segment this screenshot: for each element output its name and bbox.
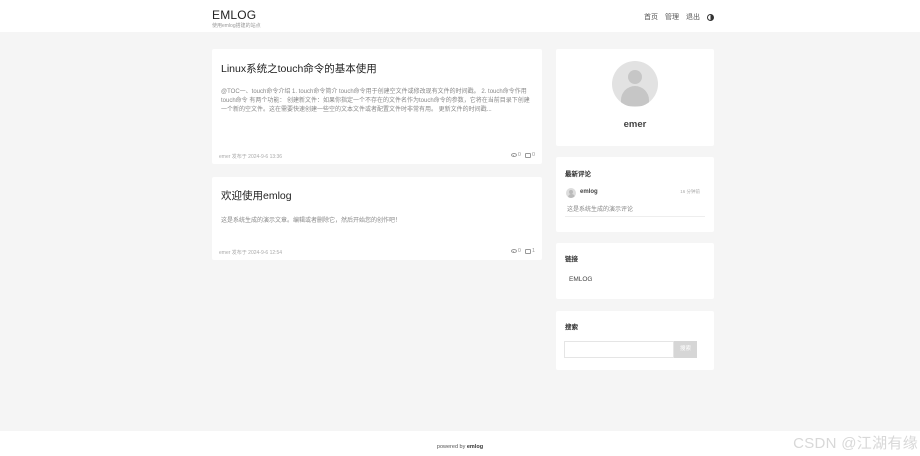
nav-admin[interactable]: 管理 — [665, 12, 679, 22]
post-card: Linux系统之touch命令的基本使用 @TOC一、touch命令介绍 1. … — [212, 49, 542, 164]
post-meta: emer 发布于 2024-9-6 13:36 — [219, 154, 283, 160]
post-title[interactable]: 欢迎使用emlog — [221, 188, 292, 203]
nav-logout[interactable]: 退出 — [686, 12, 700, 22]
nav-home[interactable]: 首页 — [644, 12, 658, 22]
site-subtitle: 使用emlog搭建的站点 — [212, 23, 261, 29]
profile-card: emer — [556, 49, 714, 146]
comment-text[interactable]: 这是系统生成的演示评论 — [567, 204, 633, 213]
footer-prefix: powered by — [436, 444, 466, 450]
footer-brand-link[interactable]: emlog — [467, 444, 483, 450]
links-widget: 链接 EMLOG — [556, 243, 714, 299]
eye-icon — [510, 249, 517, 253]
avatar[interactable] — [612, 61, 658, 107]
comment-count[interactable]: 0 — [524, 152, 535, 158]
post-stats: 0 1 — [510, 248, 535, 254]
site-footer: powered by emlog — [0, 431, 920, 456]
post-title[interactable]: Linux系统之touch命令的基本使用 — [221, 61, 377, 76]
post-meta: emer 发布于 2024-9-6 12:54 — [219, 250, 283, 256]
view-count: 0 — [510, 248, 521, 254]
widget-title: 最新评论 — [565, 171, 591, 178]
site-title[interactable]: EMLOG — [212, 9, 261, 22]
commenter-avatar — [566, 188, 576, 198]
commenter-name[interactable]: emlog — [580, 189, 598, 195]
latest-comments-widget: 最新评论 emlog 16 分钟前 这是系统生成的演示评论 — [556, 157, 714, 232]
post-excerpt: @TOC一、touch命令介绍 1. touch命令简介 touch命令用于创建… — [221, 89, 530, 114]
comment-time: 16 分钟前 — [680, 189, 700, 194]
eye-icon — [510, 153, 517, 157]
search-input[interactable] — [564, 341, 674, 358]
widget-title: 搜索 — [565, 324, 578, 331]
theme-toggle-icon[interactable] — [707, 13, 714, 21]
post-excerpt: 这是系统生成的演示文章。编辑或者删除它，然后开始您的创作吧！ — [221, 218, 402, 224]
comment-icon — [524, 152, 531, 158]
view-count-value: 0 — [517, 152, 521, 158]
watermark: CSDN @江湖有缘 — [793, 435, 918, 452]
footer-text: powered by emlog — [0, 444, 920, 450]
search-button[interactable]: 搜索 — [674, 341, 697, 358]
view-count: 0 — [510, 152, 521, 158]
top-nav: 首页 管理 退出 — [644, 12, 714, 22]
comment-count[interactable]: 1 — [524, 248, 535, 254]
divider — [565, 216, 705, 217]
comment-icon — [524, 248, 531, 254]
post-stats: 0 0 — [510, 152, 535, 158]
profile-name: emer — [623, 119, 647, 130]
link-emlog[interactable]: EMLOG — [569, 276, 592, 283]
post-card: 欢迎使用emlog 这是系统生成的演示文章。编辑或者删除它，然后开始您的创作吧！… — [212, 177, 542, 260]
brand: EMLOG 使用emlog搭建的站点 — [212, 9, 261, 30]
view-count-value: 0 — [517, 248, 521, 254]
comment-count-value: 1 — [531, 248, 535, 254]
site-header: EMLOG 使用emlog搭建的站点 首页 管理 退出 — [0, 0, 920, 32]
search-widget: 搜索 搜索 — [556, 311, 714, 370]
comment-count-value: 0 — [531, 152, 535, 158]
widget-title: 链接 — [565, 256, 578, 263]
